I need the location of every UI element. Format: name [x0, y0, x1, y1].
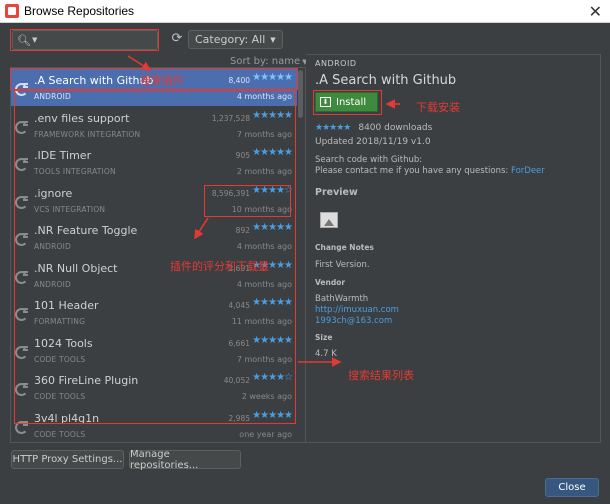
plugin-category: CODE TOOLS — [34, 429, 86, 439]
sort-by-dropdown[interactable]: Sort by: name ▼ — [230, 56, 308, 67]
refresh-icon[interactable]: ⟳ — [169, 31, 185, 47]
search-results-annotation: 搜索结果列表 — [348, 369, 414, 382]
description-line: Search code with Github: — [315, 155, 423, 165]
category-dropdown[interactable]: Category: All ▼ — [188, 30, 283, 49]
detail-updated: Updated 2018/11/19 v1.0 — [315, 137, 431, 147]
detail-plugin-name: .A Search with Github — [315, 73, 457, 88]
vendor-heading: Vendor — [315, 278, 346, 287]
vendor-url-link[interactable]: http://imuxuan.com — [315, 305, 399, 315]
size-value: 4.7 K — [315, 349, 337, 359]
rating-downloads-annotation: 插件的评分和下载量 — [170, 260, 269, 273]
list-scrollbar[interactable] — [297, 68, 305, 442]
close-button[interactable]: Close — [545, 478, 599, 497]
search-plugin-annotation: 搜索插件 — [140, 74, 184, 87]
change-notes-text: First Version. — [315, 260, 370, 270]
manage-repositories-button[interactable]: Manage repositories... — [129, 449, 241, 471]
install-annotation: 下载安装 — [416, 101, 460, 114]
title-bar: Browse Repositories ✕ — [0, 0, 610, 23]
vendor-email-link[interactable]: 1993ch@163.com — [315, 316, 392, 326]
http-proxy-settings-button[interactable]: HTTP Proxy Settings... — [11, 450, 124, 469]
size-heading: Size — [315, 333, 333, 342]
results-annotation-box — [14, 90, 296, 424]
detail-rating: ★★★★★ 8400 downloads — [315, 123, 432, 133]
vendor-name: BathWarmth — [315, 294, 369, 304]
preview-image-icon[interactable] — [320, 212, 338, 228]
close-window-icon[interactable]: ✕ — [589, 2, 602, 21]
app-icon — [5, 4, 19, 18]
sort-by-label: Sort by: name — [230, 56, 301, 67]
window-title: Browse Repositories — [24, 4, 135, 18]
category-label: Category: All — [195, 33, 266, 46]
scrollbar-thumb[interactable] — [298, 70, 303, 118]
detail-platform: ANDROID — [315, 59, 357, 68]
author-link[interactable]: ForDeer — [511, 166, 545, 176]
detail-downloads: 8400 downloads — [358, 123, 433, 133]
search-annotation-box — [10, 29, 159, 51]
detail-stars: ★★★★★ — [315, 123, 351, 133]
plugin-updated: one year ago — [239, 429, 292, 439]
change-notes-heading: Change Notes — [315, 243, 374, 252]
install-annotation-box — [313, 90, 382, 115]
chevron-down-icon: ▼ — [270, 35, 276, 44]
preview-heading: Preview — [315, 187, 358, 198]
detail-description: Search code with Github: Please contact … — [315, 155, 545, 177]
description-line: Please contact me if you have any questi… — [315, 166, 511, 176]
